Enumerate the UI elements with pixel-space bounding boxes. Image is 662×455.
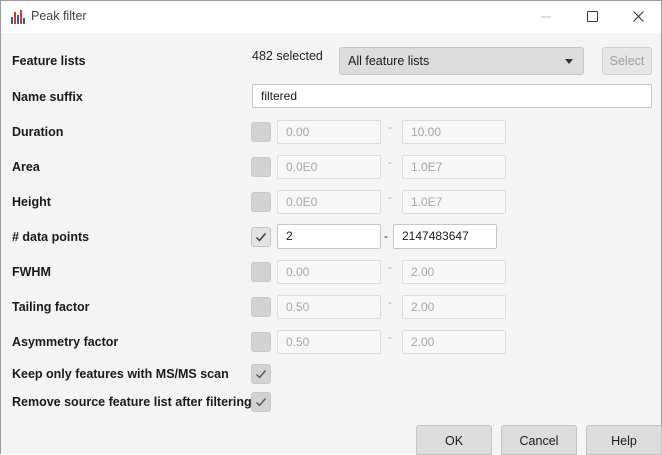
tailing-factor-checkbox[interactable]	[251, 297, 271, 317]
data-points-min-input[interactable]: 2	[277, 224, 381, 249]
checkmark-icon	[256, 370, 267, 379]
checkmark-icon	[256, 398, 267, 407]
window-title: Peak filter	[31, 9, 87, 23]
cancel-button[interactable]: Cancel	[501, 425, 577, 455]
asymmetry-factor-checkbox[interactable]	[251, 332, 271, 352]
help-button[interactable]: Help	[586, 425, 662, 455]
fwhm-label: FWHM	[12, 265, 51, 279]
name-suffix-input[interactable]: filtered	[252, 84, 652, 108]
fwhm-min-input[interactable]: 0.00	[277, 260, 381, 284]
maximize-button[interactable]	[569, 1, 615, 32]
data-points-max-input[interactable]: 2147483647	[393, 224, 497, 249]
feature-lists-combo[interactable]: All feature lists	[339, 47, 584, 75]
height-max-input[interactable]: 1.0E7	[402, 190, 506, 214]
tailing-factor-min-input[interactable]: 0.50	[277, 295, 381, 319]
remove-source-checkbox[interactable]	[251, 392, 271, 412]
keep-msms-checkbox[interactable]	[251, 364, 271, 384]
fwhm-max-input[interactable]: 2.00	[402, 260, 506, 284]
app-chart-icon	[10, 9, 26, 25]
fwhm-checkbox[interactable]	[251, 262, 271, 282]
title-bar: Peak filter	[1, 1, 661, 33]
data-points-checkbox[interactable]	[251, 227, 271, 247]
data-points-range-dash: -	[384, 229, 388, 243]
tailing-factor-max-input[interactable]: 2.00	[402, 295, 506, 319]
duration-checkbox[interactable]	[251, 122, 271, 142]
asymmetry-factor-min-input[interactable]: 0.50	[277, 330, 381, 354]
selected-count-text: 482 selected	[252, 49, 323, 63]
dialog-footer: OK Cancel Help	[1, 423, 662, 455]
height-min-input[interactable]: 0.0E0	[277, 190, 381, 214]
height-range-dash: -	[388, 190, 392, 204]
minimize-button[interactable]	[523, 1, 569, 32]
close-icon	[632, 11, 644, 22]
select-button[interactable]: Select	[602, 47, 652, 75]
area-min-input[interactable]: 0.0E0	[277, 155, 381, 179]
name-suffix-label: Name suffix	[12, 90, 83, 104]
minimize-icon	[541, 16, 551, 17]
duration-label: Duration	[12, 125, 64, 139]
tailing-factor-range-dash: -	[388, 295, 392, 309]
data-points-label: # data points	[12, 230, 90, 244]
maximize-icon	[586, 11, 598, 22]
ok-button[interactable]: OK	[416, 425, 492, 455]
tailing-factor-label: Tailing factor	[12, 300, 90, 314]
remove-source-label: Remove source feature list after filteri…	[12, 395, 252, 409]
close-button[interactable]	[615, 1, 661, 32]
chevron-down-icon	[565, 59, 573, 64]
duration-max-input[interactable]: 10.00	[402, 120, 506, 144]
area-range-dash: -	[388, 155, 392, 169]
parameters-panel: Feature lists 482 selected All feature l…	[1, 33, 661, 423]
checkmark-icon	[256, 233, 267, 242]
asymmetry-factor-range-dash: -	[388, 330, 392, 344]
fwhm-range-dash: -	[388, 260, 392, 274]
asymmetry-factor-max-input[interactable]: 2.00	[402, 330, 506, 354]
area-max-input[interactable]: 1.0E7	[402, 155, 506, 179]
area-label: Area	[12, 160, 40, 174]
duration-range-dash: -	[388, 120, 392, 134]
feature-lists-combo-value: All feature lists	[348, 54, 430, 68]
height-checkbox[interactable]	[251, 192, 271, 212]
asymmetry-factor-label: Asymmetry factor	[12, 335, 119, 349]
feature-lists-label: Feature lists	[12, 54, 86, 68]
area-checkbox[interactable]	[251, 157, 271, 177]
keep-msms-label: Keep only features with MS/MS scan	[12, 367, 229, 381]
peak-filter-dialog: Peak filter Feature lists 482 selected A…	[0, 0, 662, 455]
duration-min-input[interactable]: 0.00	[277, 120, 381, 144]
height-label: Height	[12, 195, 51, 209]
